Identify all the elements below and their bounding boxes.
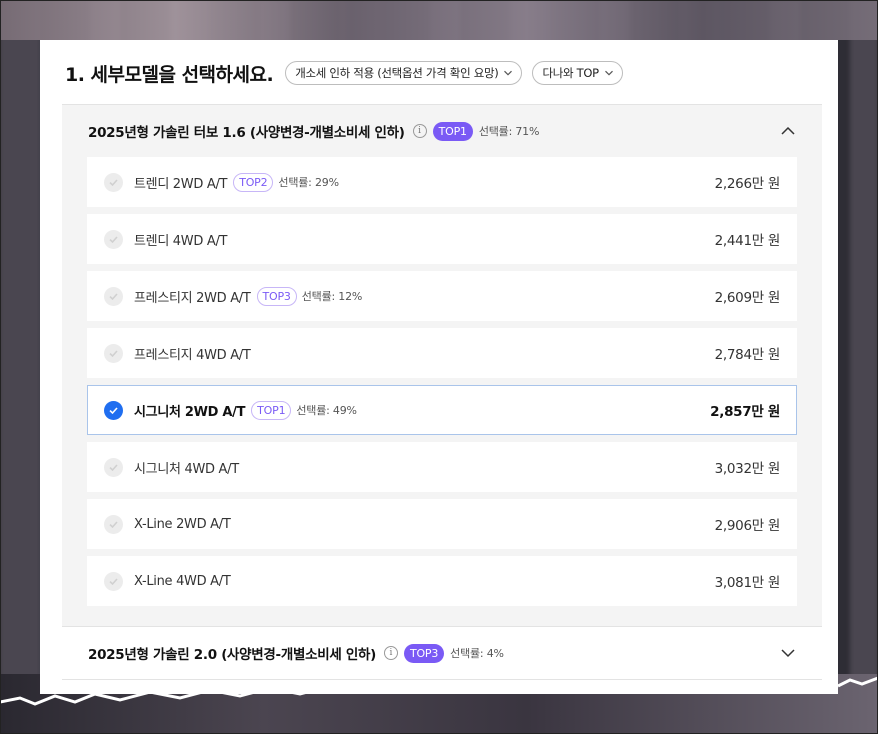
selection-rate: 선택률: 49%: [296, 404, 357, 417]
trim-price: 2,441만 원: [714, 233, 781, 249]
top-badge: TOP3: [256, 286, 297, 306]
section-title: 1. 세부모델을 선택하세요.: [65, 63, 274, 86]
top-badge: TOP3: [403, 643, 445, 663]
chevron-down-icon: [504, 70, 513, 76]
trim-price: 2,266만 원: [714, 176, 781, 192]
trim-option-row[interactable]: 트렌디 2WD A/T TOP2 선택률: 29% 2,266만 원: [87, 157, 797, 207]
trim-option-row[interactable]: 트렌디 4WD A/T 2,441만 원: [87, 214, 797, 264]
section-header: 1. 세부모델을 선택하세요. 개소세 인하 적용 (선택옵션 가격 확인 요망…: [65, 60, 623, 86]
check-icon[interactable]: [104, 286, 123, 306]
trim-price: 2,906만 원: [714, 518, 781, 534]
top-badge: TOP2: [233, 172, 274, 192]
trim-price: 2,784만 원: [714, 347, 781, 363]
trim-option-row[interactable]: 프레스티지 2WD A/T TOP3 선택률: 12% 2,609만 원: [87, 271, 797, 321]
check-icon[interactable]: [104, 400, 123, 420]
top-badge: TOP1: [251, 400, 292, 420]
group-title: 2025년형 가솔린 2.0 (사양변경-개별소비세 인하): [88, 647, 376, 663]
info-icon[interactable]: i: [412, 124, 427, 138]
sort-dropdown[interactable]: 다나와 TOP: [532, 61, 623, 85]
trim-name: 프레스티지 2WD A/T: [134, 290, 251, 306]
group-header[interactable]: 2025년형 가솔린 2.0 (사양변경-개별소비세 인하) i TOP3 선택…: [62, 627, 822, 679]
sort-label: 다나와 TOP: [542, 66, 599, 80]
check-icon[interactable]: [104, 172, 123, 192]
trim-price: 3,081만 원: [714, 575, 781, 591]
trim-name: 시그니처 2WD A/T: [134, 404, 246, 420]
chevron-down-icon[interactable]: [780, 645, 796, 661]
trim-price: 2,857만 원: [710, 404, 780, 420]
model-group-2-0: 2025년형 가솔린 2.0 (사양변경-개별소비세 인하) i TOP3 선택…: [62, 626, 822, 680]
check-icon[interactable]: [104, 571, 123, 591]
background-top: [0, 0, 878, 40]
trim-option-row[interactable]: X-Line 4WD A/T 3,081만 원: [87, 556, 797, 606]
trim-name: 트렌디 4WD A/T: [134, 233, 228, 249]
info-icon[interactable]: i: [383, 646, 398, 660]
trim-option-row[interactable]: 시그니처 4WD A/T 3,032만 원: [87, 442, 797, 492]
trim-option-row[interactable]: 시그니처 2WD A/T TOP1 선택률: 49% 2,857만 원: [87, 385, 797, 435]
group-title: 2025년형 가솔린 터보 1.6 (사양변경-개별소비세 인하): [88, 125, 405, 141]
chevron-up-icon[interactable]: [780, 123, 796, 139]
trim-option-row[interactable]: 프레스티지 4WD A/T 2,784만 원: [87, 328, 797, 378]
check-icon[interactable]: [104, 229, 123, 249]
selection-rate: 선택률: 29%: [278, 176, 339, 189]
model-selection-panel: 1. 세부모델을 선택하세요. 개소세 인하 적용 (선택옵션 가격 확인 요망…: [40, 40, 838, 694]
trim-name: X-Line 2WD A/T: [134, 516, 231, 532]
trim-option-row[interactable]: X-Line 2WD A/T 2,906만 원: [87, 499, 797, 549]
selection-rate: 선택률: 12%: [301, 290, 363, 303]
trim-price: 3,032만 원: [714, 461, 781, 477]
trim-name: 트렌디 2WD A/T: [134, 176, 228, 192]
group-header[interactable]: 2025년형 가솔린 터보 1.6 (사양변경-개별소비세 인하) i TOP1…: [62, 105, 822, 157]
check-icon[interactable]: [104, 457, 123, 477]
check-icon[interactable]: [104, 343, 123, 363]
selection-rate: 선택률: 4%: [450, 647, 504, 660]
trim-name: 시그니처 4WD A/T: [134, 461, 239, 477]
tax-filter-label: 개소세 인하 적용 (선택옵션 가격 확인 요망): [295, 66, 499, 80]
model-group-turbo-1-6: 2025년형 가솔린 터보 1.6 (사양변경-개별소비세 인하) i TOP1…: [62, 104, 822, 626]
trim-price: 2,609만 원: [714, 290, 781, 306]
selection-rate: 선택률: 71%: [478, 125, 540, 138]
trim-name: 프레스티지 4WD A/T: [134, 347, 251, 363]
tax-filter-dropdown[interactable]: 개소세 인하 적용 (선택옵션 가격 확인 요망): [285, 61, 523, 85]
top-badge: TOP1: [432, 121, 473, 141]
chevron-down-icon: [604, 70, 613, 76]
trim-name: X-Line 4WD A/T: [134, 573, 231, 589]
check-icon[interactable]: [104, 514, 123, 534]
